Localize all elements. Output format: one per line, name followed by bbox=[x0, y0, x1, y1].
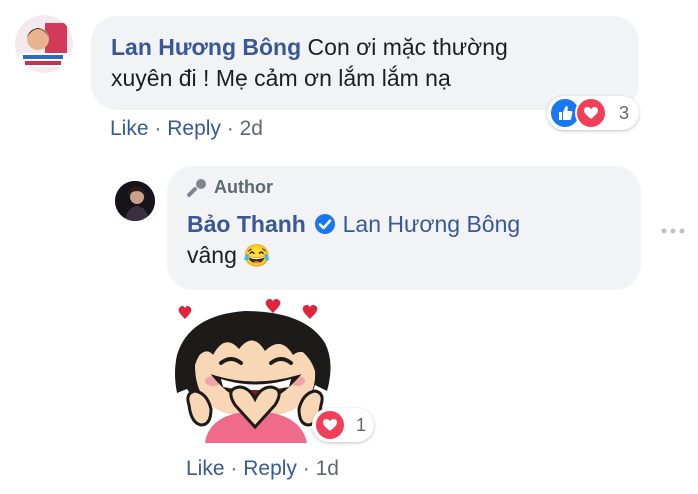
reply-timestamp[interactable]: 1d bbox=[316, 457, 339, 480]
separator: · bbox=[154, 117, 162, 140]
reply-actions: Like · Reply · 1d bbox=[186, 457, 339, 481]
microphone-icon bbox=[186, 178, 208, 198]
separator: · bbox=[226, 117, 234, 140]
reply-mention[interactable]: Lan Hương Bông bbox=[343, 211, 521, 237]
comment-timestamp[interactable]: 2d bbox=[240, 117, 263, 140]
author-badge-label: Author bbox=[214, 177, 273, 197]
comment-author-name[interactable]: Lan Hương Bông bbox=[111, 34, 301, 60]
comment-text-line2: xuyên đi ! Mẹ cảm ơn lắm lắm nạ bbox=[111, 65, 451, 91]
comment-text: Lan Hương Bông Con ơi mặc thường xuyên đ… bbox=[111, 32, 631, 94]
love-reaction-icon bbox=[314, 409, 346, 441]
reaction-count: 1 bbox=[356, 414, 367, 435]
reply-message: vâng bbox=[187, 242, 237, 268]
laughing-emoji: 😂 bbox=[243, 243, 271, 268]
bao-thanh-avatar[interactable] bbox=[115, 181, 155, 221]
reply-link[interactable]: Reply bbox=[243, 457, 297, 480]
verified-badge-icon bbox=[314, 212, 336, 234]
lan-huong-bong-avatar[interactable] bbox=[15, 15, 73, 73]
more-options-icon[interactable] bbox=[660, 224, 688, 236]
comment-actions: Like · Reply · 2d bbox=[110, 117, 263, 141]
author-badge: Author bbox=[186, 177, 273, 198]
reaction-count: 3 bbox=[619, 102, 630, 123]
like-link[interactable]: Like bbox=[110, 117, 149, 140]
love-reaction-icon bbox=[575, 97, 607, 129]
comment-reactions[interactable]: 3 bbox=[547, 96, 639, 130]
like-link[interactable]: Like bbox=[186, 457, 225, 480]
comment-text-line1: Con ơi mặc thường bbox=[307, 34, 508, 60]
reply-author-name[interactable]: Bảo Thanh bbox=[187, 211, 306, 237]
reply-link[interactable]: Reply bbox=[167, 117, 221, 140]
separator: · bbox=[230, 457, 238, 480]
reply-text: Bảo Thanh Lan Hương Bông vâng 😂 bbox=[187, 209, 627, 271]
separator: · bbox=[302, 457, 310, 480]
sticker-reactions[interactable]: 1 bbox=[312, 408, 374, 442]
